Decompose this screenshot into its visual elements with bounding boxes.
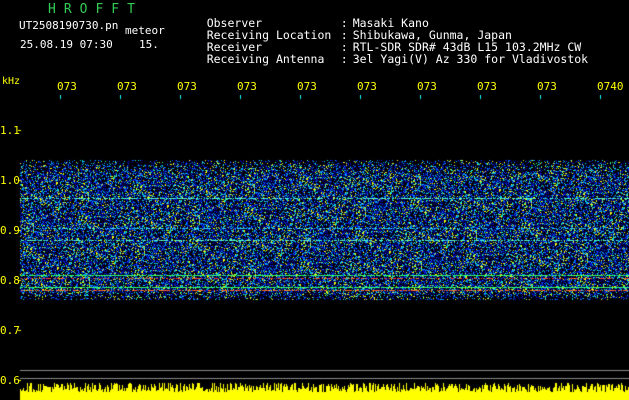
x-tick-label: 073 [117,80,137,93]
meta-value: 3el Yagi(V) Az 330 for Vladivostok [352,52,589,66]
x-tick-label: 073 [357,80,377,93]
x-tick-label: 073 [177,80,197,93]
y-tick-label: 0.6 [0,374,20,387]
meta-key: Receiving Antenna [206,52,325,66]
y-tick-label: 0.8 [0,274,20,287]
meta-antenna: Receiving Antenna:3el Yagi(V) Az 330 for… [206,52,589,66]
x-tick-label: 073 [237,80,257,93]
x-tick-label: 073 [477,80,497,93]
meteor-count: 15. [139,38,159,51]
hrofft-window: HROFFT UT2508190730.pn meteor 25.08.19 0… [0,0,629,400]
x-tick-label: 0740 [597,80,624,93]
app-logo: HROFFT [48,2,143,17]
axis-unit-label: kHz [2,76,21,87]
x-tick-label: 073 [417,80,437,93]
file-name: UT2508190730.pn [19,19,119,32]
x-tick-label: 073 [537,80,557,93]
y-tick-label: 1.0 [0,174,20,187]
y-tick-label: 0.7 [0,324,20,337]
mode-tag: meteor [125,24,165,37]
x-tick-label: 073 [297,80,317,93]
x-tick-label: 073 [57,80,77,93]
y-tick-label: 0.9 [0,224,20,237]
y-tick-label: 1.1 [0,124,20,137]
date-time: 25.08.19 07:30 [20,38,113,51]
